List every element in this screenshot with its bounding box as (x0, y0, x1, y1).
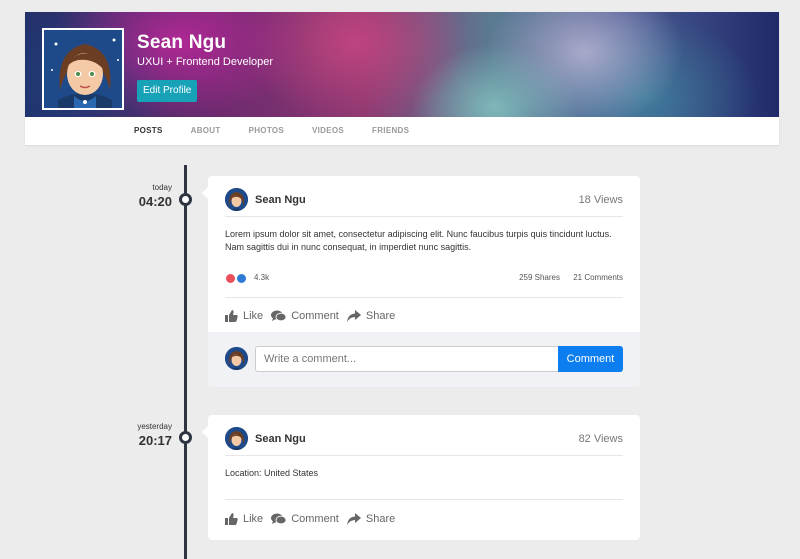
post-card: Sean Ngu 82 Views Location: United State… (202, 415, 640, 540)
view-count: 82 Views (578, 433, 623, 445)
post-stats: 4.3k 259 Shares 21 Comments (225, 268, 623, 298)
author-avatar[interactable] (225, 427, 248, 450)
tab-posts[interactable]: POSTS (134, 117, 163, 145)
thumbs-up-icon (225, 513, 238, 525)
share-label: Share (365, 310, 396, 322)
post-actions: Like Comment Share (225, 301, 403, 331)
timeline-node (179, 431, 192, 444)
comment-bar: Comment (208, 332, 640, 387)
timeline-line (184, 165, 187, 559)
like-label: Like (243, 310, 264, 322)
comment-input[interactable] (255, 346, 558, 372)
post-header: Sean Ngu 18 Views (225, 188, 623, 217)
comment-button[interactable]: Comment (271, 310, 339, 322)
timeline-time: yesterday 20:17 (137, 422, 172, 448)
author-name[interactable]: Sean Ngu (255, 433, 306, 445)
comments-icon (271, 513, 287, 525)
current-user-avatar (225, 347, 248, 370)
tab-videos[interactable]: VIDEOS (312, 117, 344, 145)
author-name[interactable]: Sean Ngu (255, 194, 306, 206)
time-clock: 20:17 (138, 433, 172, 448)
tab-photos[interactable]: PHOTOS (249, 117, 284, 145)
like-reaction-icon (237, 274, 246, 283)
like-button[interactable]: Like (225, 513, 263, 525)
like-button[interactable]: Like (225, 310, 263, 322)
comments-icon (271, 310, 287, 322)
profile-role: UXUI + Frontend Developer (137, 56, 274, 68)
profile-tabs: POSTS ABOUT PHOTOS VIDEOS FRIENDS (25, 117, 779, 145)
like-label: Like (243, 513, 264, 525)
tab-about[interactable]: ABOUT (191, 117, 221, 145)
post-card: Sean Ngu 18 Views Lorem ipsum dolor sit … (202, 176, 640, 387)
time-day: today (152, 183, 172, 192)
profile-avatar[interactable] (42, 28, 124, 110)
tab-friends[interactable]: FRIENDS (372, 117, 409, 145)
cover-photo: Sean Ngu UXUI + Frontend Developer Edit … (25, 12, 779, 117)
time-clock: 04:20 (138, 194, 172, 209)
post-text: Lorem ipsum dolor sit amet, consectetur … (225, 229, 612, 252)
reaction-count[interactable]: 4.3k (254, 273, 269, 282)
edit-profile-button[interactable]: Edit Profile (137, 80, 198, 102)
post-divider (225, 470, 623, 500)
submit-comment-button[interactable]: Comment (558, 346, 623, 372)
comment-label: Comment (291, 513, 339, 525)
thumbs-up-icon (225, 310, 238, 322)
view-count: 18 Views (578, 194, 623, 206)
comment-count[interactable]: 21 Comments (573, 273, 623, 282)
profile-name: Sean Ngu (137, 32, 227, 53)
time-day: yesterday (137, 422, 172, 431)
comment-button[interactable]: Comment (271, 513, 339, 525)
share-button[interactable]: Share (346, 513, 396, 525)
author-avatar[interactable] (225, 188, 248, 211)
post-actions: Like Comment Share (225, 504, 403, 534)
share-button[interactable]: Share (346, 310, 396, 322)
post-header: Sean Ngu 82 Views (225, 427, 623, 456)
share-icon (346, 310, 361, 322)
comment-label: Comment (291, 310, 339, 322)
share-label: Share (365, 513, 396, 525)
timeline-time: today 04:20 (139, 183, 172, 209)
timeline-node (179, 193, 192, 206)
share-icon (346, 513, 361, 525)
love-reaction-icon (226, 274, 235, 283)
profile-header: Sean Ngu UXUI + Frontend Developer Edit … (25, 12, 779, 145)
share-count[interactable]: 259 Shares (519, 273, 560, 282)
